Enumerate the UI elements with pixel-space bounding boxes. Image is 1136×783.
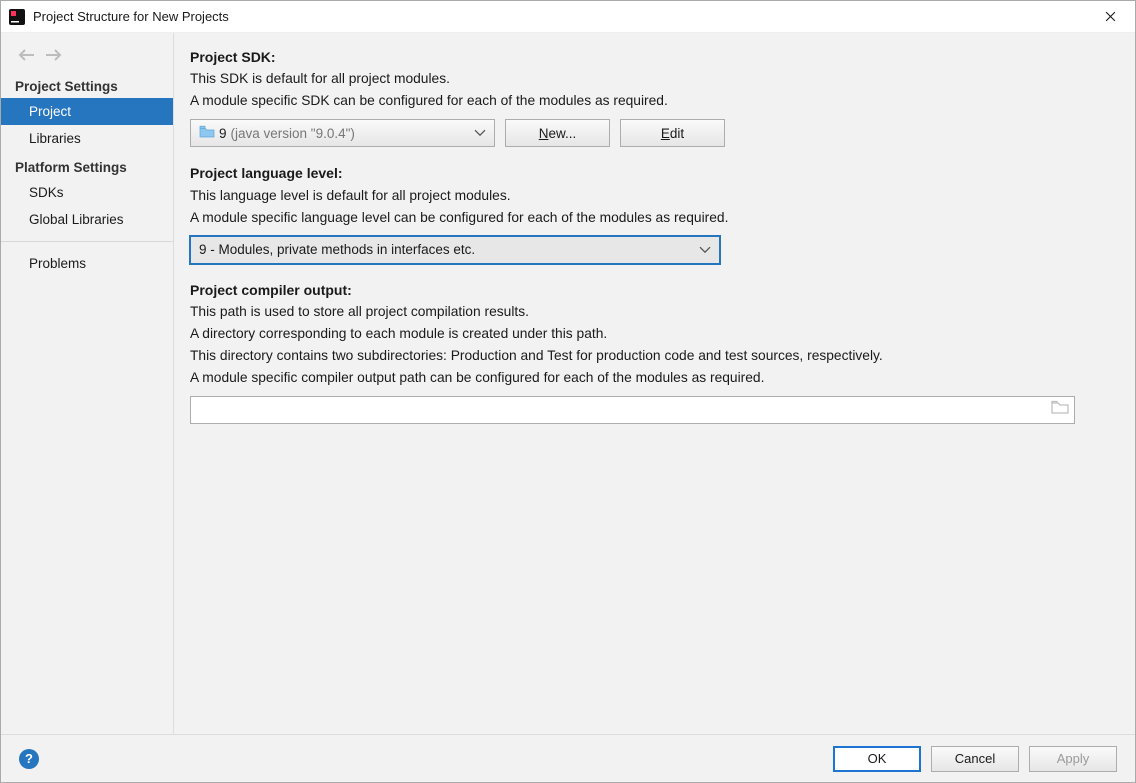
language-level-section: Project language level: This language le… bbox=[190, 163, 1111, 263]
help-button[interactable]: ? bbox=[19, 749, 39, 769]
cancel-button[interactable]: Cancel bbox=[931, 746, 1019, 772]
close-icon bbox=[1105, 11, 1116, 22]
compiler-output-section: Project compiler output: This path is us… bbox=[190, 280, 1111, 424]
chevron-down-icon bbox=[699, 240, 711, 260]
project-sdk-desc2: A module specific SDK can be configured … bbox=[190, 91, 1111, 111]
main-panel: Project SDK: This SDK is default for all… bbox=[174, 33, 1135, 734]
arrow-left-icon bbox=[18, 48, 36, 62]
sidebar-heading-platform-settings: Platform Settings bbox=[1, 152, 173, 179]
dialog-body: Project Settings Project Libraries Platf… bbox=[1, 33, 1135, 734]
dialog-button-bar: ? OK Cancel Apply bbox=[1, 734, 1135, 782]
window-title: Project Structure for New Projects bbox=[33, 9, 1087, 24]
language-level-row: 9 - Modules, private methods in interfac… bbox=[190, 236, 1111, 264]
language-level-heading: Project language level: bbox=[190, 163, 1111, 183]
sidebar-item-sdks[interactable]: SDKs bbox=[1, 179, 173, 206]
project-sdk-row: 9 (java version "9.0.4") New... Edit bbox=[190, 119, 1111, 147]
project-sdk-section: Project SDK: This SDK is default for all… bbox=[190, 47, 1111, 147]
compiler-output-desc1: This path is used to store all project c… bbox=[190, 302, 1111, 322]
project-sdk-dropdown[interactable]: 9 (java version "9.0.4") bbox=[190, 119, 495, 147]
sdk-new-button[interactable]: New... bbox=[505, 119, 610, 147]
language-level-dropdown[interactable]: 9 - Modules, private methods in interfac… bbox=[190, 236, 720, 264]
dialog-window: Project Structure for New Projects Proje… bbox=[0, 0, 1136, 783]
compiler-output-desc2: A directory corresponding to each module… bbox=[190, 324, 1111, 344]
compiler-output-heading: Project compiler output: bbox=[190, 280, 1111, 300]
sdk-edit-button[interactable]: Edit bbox=[620, 119, 725, 147]
sidebar: Project Settings Project Libraries Platf… bbox=[1, 33, 174, 734]
window-close-button[interactable] bbox=[1087, 1, 1133, 33]
sidebar-heading-project-settings: Project Settings bbox=[1, 71, 173, 98]
compiler-output-input[interactable] bbox=[190, 396, 1075, 424]
ok-button[interactable]: OK bbox=[833, 746, 921, 772]
nav-forward-button[interactable] bbox=[41, 45, 65, 65]
project-sdk-selected-version: (java version "9.0.4") bbox=[231, 124, 355, 144]
compiler-output-desc3: This directory contains two subdirectori… bbox=[190, 346, 1111, 366]
jdk-folder-icon bbox=[199, 124, 215, 144]
sidebar-separator bbox=[1, 241, 173, 242]
app-icon bbox=[9, 9, 25, 25]
titlebar: Project Structure for New Projects bbox=[1, 1, 1135, 33]
nav-history bbox=[1, 41, 173, 71]
sidebar-item-problems[interactable]: Problems bbox=[1, 250, 173, 277]
project-sdk-heading: Project SDK: bbox=[190, 47, 1111, 67]
sidebar-item-project[interactable]: Project bbox=[1, 98, 173, 125]
project-sdk-selected-name: 9 bbox=[219, 124, 227, 144]
arrow-right-icon bbox=[44, 48, 62, 62]
language-level-desc2: A module specific language level can be … bbox=[190, 208, 1111, 228]
compiler-output-field-wrap bbox=[190, 396, 1075, 424]
chevron-down-icon bbox=[474, 124, 486, 144]
sidebar-item-libraries[interactable]: Libraries bbox=[1, 125, 173, 152]
compiler-output-desc4: A module specific compiler output path c… bbox=[190, 368, 1111, 388]
apply-button[interactable]: Apply bbox=[1029, 746, 1117, 772]
language-level-desc1: This language level is default for all p… bbox=[190, 186, 1111, 206]
sidebar-item-global-libraries[interactable]: Global Libraries bbox=[1, 206, 173, 233]
folder-icon bbox=[1051, 400, 1069, 414]
language-level-selected: 9 - Modules, private methods in interfac… bbox=[199, 240, 475, 260]
browse-folder-button[interactable] bbox=[1051, 400, 1069, 420]
project-sdk-desc1: This SDK is default for all project modu… bbox=[190, 69, 1111, 89]
nav-back-button[interactable] bbox=[15, 45, 39, 65]
